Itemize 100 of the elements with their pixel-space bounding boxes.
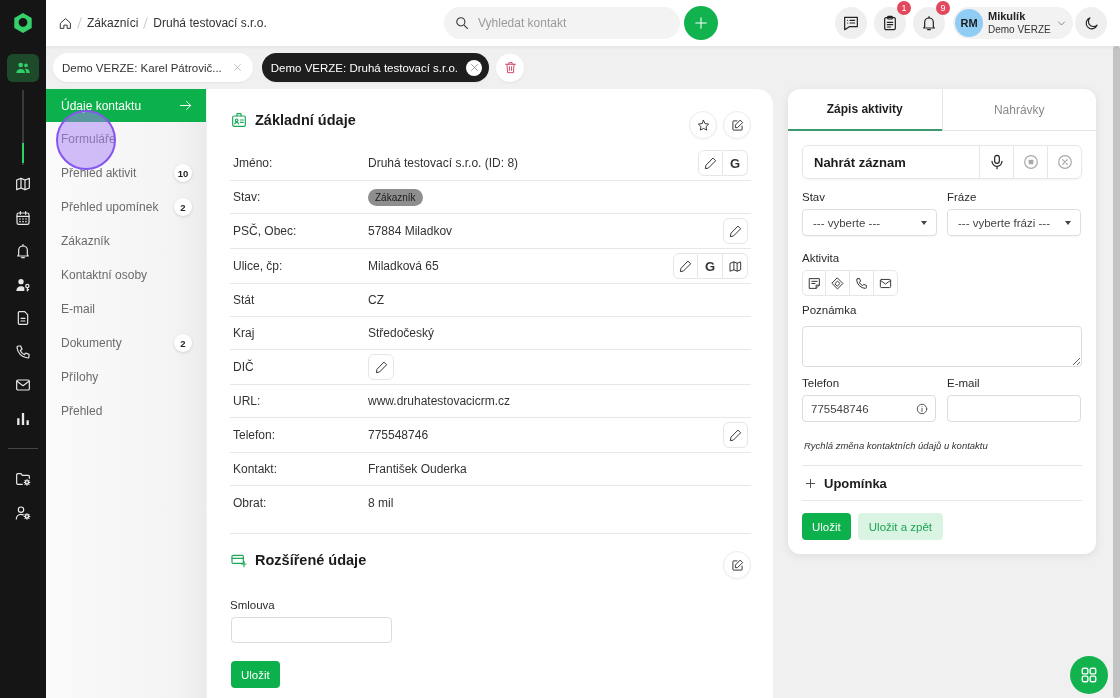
edit-button[interactable]: [368, 354, 394, 380]
close-tab-button[interactable]: [466, 59, 483, 76]
notification-badge: 1: [897, 1, 911, 15]
record-tab[interactable]: Demo VERZE: Druhá testovací s.r.o.: [261, 53, 490, 82]
menu-item[interactable]: Kontaktní osoby: [46, 258, 206, 292]
calendar-icon: [15, 209, 31, 226]
map-icon: [15, 176, 31, 192]
field-value: František Ouderka: [368, 462, 467, 476]
select-field[interactable]: --- vyberte ---: [802, 209, 937, 236]
phone-icon: [855, 276, 868, 290]
field-value: www.druhatestovacicrm.cz: [368, 394, 511, 408]
edit-icon: [730, 118, 744, 132]
input-field[interactable]: [231, 617, 392, 643]
field-value: 8 mil: [368, 495, 394, 510]
trash-icon: [503, 61, 517, 74]
field-label: PSČ, Obec:: [232, 224, 298, 238]
search-field[interactable]: Vyhledat kontakt: [444, 7, 680, 39]
user-gear-icon: [15, 504, 31, 521]
field-value: Středočeský: [368, 326, 435, 340]
field-label: Jméno:: [232, 156, 274, 170]
g-button[interactable]: G: [698, 253, 723, 279]
field-value: 775548746: [368, 428, 429, 442]
document-icon: [15, 310, 31, 326]
breadcrumb-link[interactable]: Zákazníci: [87, 16, 139, 30]
notification-badge: 9: [936, 1, 950, 15]
close-icon: [469, 63, 479, 72]
menu-item[interactable]: Přílohy: [46, 360, 206, 394]
favorite-button[interactable]: [689, 111, 717, 139]
edit-button[interactable]: [698, 150, 723, 176]
note-icon: [807, 276, 821, 290]
nav-button[interactable]: [7, 54, 39, 82]
panel-tab[interactable]: Zápis aktivity: [788, 89, 942, 131]
home-button[interactable]: [58, 16, 72, 30]
menu-item[interactable]: Přehled aktivit 10: [46, 156, 206, 190]
edit-button[interactable]: [723, 111, 751, 139]
field-label: Aktivita: [802, 251, 840, 265]
edit-icon: [730, 558, 744, 572]
field-label: Kraj: [232, 326, 256, 340]
menu-item[interactable]: Zákazník: [46, 224, 206, 258]
user-name: Mikulík: [988, 10, 1027, 23]
field-label: Stát: [232, 293, 256, 307]
pencil-icon: [374, 360, 388, 374]
chevron-down-icon: [1057, 18, 1066, 28]
close-circle-icon: [1056, 154, 1073, 170]
input-field[interactable]: [947, 395, 1081, 422]
record-tab[interactable]: Demo VERZE: Karel Pátrovič...: [53, 53, 253, 82]
messages-button[interactable]: [835, 7, 867, 39]
bar-chart-icon: [15, 410, 31, 427]
stop-icon: [1022, 154, 1039, 170]
info-icon: [916, 402, 928, 415]
menu-item[interactable]: Dokumenty 2: [46, 326, 206, 360]
close-icon: [233, 63, 243, 72]
input-field[interactable]: 775548746: [802, 395, 936, 422]
field-label: Stav:: [232, 190, 262, 204]
people-icon: [15, 60, 31, 76]
apps-button[interactable]: [1070, 656, 1108, 694]
select-field[interactable]: --- vyberte frázi ---: [947, 209, 1081, 236]
field-value: Miladková 65: [368, 259, 439, 273]
menu-item[interactable]: E-mail: [46, 292, 206, 326]
count-badge: 2: [174, 198, 192, 216]
mail-icon: [879, 276, 892, 290]
pencil-icon: [704, 156, 717, 170]
edit-button[interactable]: [723, 551, 751, 579]
bell-icon: [921, 15, 937, 31]
edit-button[interactable]: [673, 253, 698, 279]
user-key-icon: [15, 276, 31, 293]
g-button[interactable]: G: [723, 150, 748, 176]
field-label: E-mail: [947, 376, 981, 390]
delete-button[interactable]: [496, 53, 525, 82]
count-badge: 10: [174, 164, 192, 182]
pencil-icon: [679, 259, 692, 273]
edit-button[interactable]: [723, 218, 748, 244]
menu-item[interactable]: Přehled: [46, 394, 206, 428]
activity-type-button[interactable]: [850, 270, 874, 296]
bell-button[interactable]: [913, 7, 945, 39]
menu-item[interactable]: Přehled upomínek 2: [46, 190, 206, 224]
field-label: Poznámka: [802, 303, 858, 317]
arrow-right-icon: [179, 99, 192, 112]
map-button[interactable]: [723, 253, 748, 279]
activity-type-button[interactable]: [802, 270, 826, 296]
folder-gear-icon: [15, 470, 31, 487]
field-label: Telefon: [802, 376, 841, 390]
edit-button[interactable]: [723, 422, 748, 448]
hint-text: Rychlá změna kontaktních údajů u kontaktu: [803, 440, 989, 452]
avatar: RM: [955, 9, 983, 37]
status-tag: Zákazník: [368, 188, 423, 206]
reminder-toggle[interactable]: Upomínka: [802, 466, 1082, 500]
field-label: Smlouva: [230, 598, 275, 612]
field-label: DIČ: [232, 360, 255, 374]
note-field[interactable]: [802, 326, 1082, 367]
plus-icon: [805, 477, 816, 489]
pencil-icon: [729, 428, 742, 442]
clipboard-button[interactable]: [874, 7, 906, 39]
add-button[interactable]: [684, 6, 718, 40]
panel-tab[interactable]: Nahrávky: [941, 89, 1096, 131]
bell-icon: [15, 243, 31, 259]
scrollbar[interactable]: [1113, 46, 1120, 698]
theme-toggle-button[interactable]: [1075, 7, 1107, 39]
message-list-icon: [843, 15, 859, 31]
activity-type-button[interactable]: [874, 270, 898, 296]
